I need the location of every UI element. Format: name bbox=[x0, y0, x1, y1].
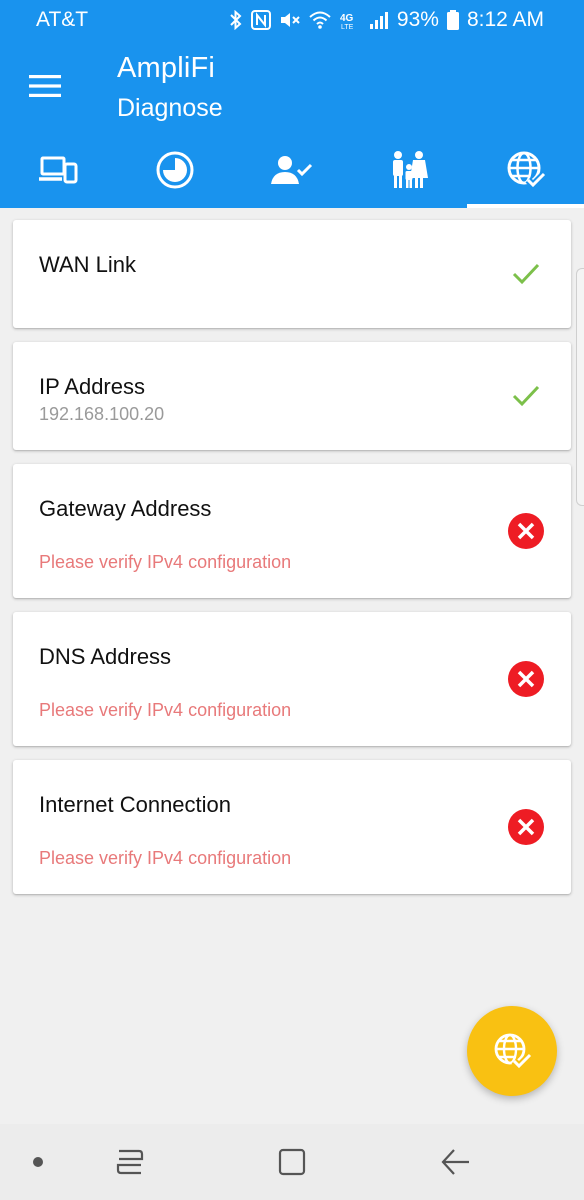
hamburger-icon bbox=[29, 75, 61, 97]
signal-icon bbox=[369, 12, 388, 29]
check-icon bbox=[512, 385, 540, 407]
check-detail: Please verify IPv4 configuration bbox=[39, 552, 292, 572]
status-ok bbox=[507, 255, 545, 293]
check-card-wan-link[interactable]: WAN Link bbox=[13, 220, 571, 328]
user-check-icon bbox=[270, 156, 313, 184]
check-card-dns-address[interactable]: DNS Address Please verify IPv4 configura… bbox=[13, 612, 571, 746]
check-card-gateway-address[interactable]: Gateway Address Please verify IPv4 confi… bbox=[13, 464, 571, 598]
battery-icon bbox=[446, 10, 459, 30]
mute-icon bbox=[280, 13, 300, 27]
check-title: DNS Address bbox=[39, 644, 172, 669]
check-card-internet-connection[interactable]: Internet Connection Please verify IPv4 c… bbox=[13, 760, 571, 894]
status-bar: AT&T 4G LTE 93% 8:12 AM bbox=[0, 0, 584, 40]
check-title: WAN Link bbox=[39, 252, 136, 277]
tab-diagnose[interactable] bbox=[467, 132, 584, 208]
home-icon bbox=[278, 1148, 306, 1176]
globe-check-icon bbox=[494, 1033, 532, 1071]
status-error bbox=[507, 512, 545, 550]
svg-text:LTE: LTE bbox=[341, 24, 354, 30]
carrier-label: AT&T bbox=[36, 8, 89, 31]
speed-icon bbox=[156, 151, 194, 189]
error-x-icon bbox=[508, 661, 544, 697]
error-x-icon bbox=[508, 809, 544, 845]
check-icon bbox=[512, 263, 540, 285]
menu-button[interactable] bbox=[24, 68, 66, 104]
battery-percent: 93% bbox=[396, 8, 439, 31]
lte-icon: 4GLTE bbox=[340, 13, 354, 30]
diagnostic-list: WAN Link IP Address 192.168.100.20 Gatew… bbox=[13, 220, 571, 908]
check-detail: Please verify IPv4 configuration bbox=[39, 700, 292, 720]
tab-speed[interactable] bbox=[117, 132, 234, 208]
family-icon bbox=[392, 151, 428, 188]
app-bar: AmpliFi Diagnose bbox=[0, 40, 584, 208]
nfc-icon bbox=[250, 10, 271, 30]
error-x-icon bbox=[508, 513, 544, 549]
back-arrow-icon bbox=[441, 1149, 469, 1175]
app-title: AmpliFi bbox=[117, 52, 216, 84]
edge-panel-handle[interactable] bbox=[576, 268, 584, 506]
check-title: IP Address bbox=[39, 374, 145, 399]
wifi-icon bbox=[309, 11, 331, 29]
check-detail: 192.168.100.20 bbox=[39, 404, 165, 424]
check-title: Internet Connection bbox=[39, 792, 232, 817]
check-detail: Please verify IPv4 configuration bbox=[39, 848, 292, 868]
status-error bbox=[507, 660, 545, 698]
bluetooth-icon bbox=[230, 10, 242, 30]
screen-subtitle: Diagnose bbox=[117, 94, 223, 122]
recent-apps-button[interactable] bbox=[112, 1144, 148, 1180]
home-button[interactable] bbox=[274, 1144, 310, 1180]
status-error bbox=[507, 808, 545, 846]
back-button[interactable] bbox=[438, 1144, 474, 1180]
devices-icon bbox=[39, 156, 78, 184]
nav-dot-button[interactable] bbox=[20, 1144, 56, 1180]
recent-apps-icon bbox=[116, 1149, 144, 1175]
check-card-ip-address[interactable]: IP Address 192.168.100.20 bbox=[13, 342, 571, 450]
clock: 8:12 AM bbox=[466, 8, 544, 31]
globe-check-icon bbox=[507, 151, 546, 190]
check-title: Gateway Address bbox=[39, 496, 212, 521]
tab-devices[interactable] bbox=[0, 132, 117, 208]
status-ok bbox=[507, 377, 545, 415]
run-diagnose-button[interactable] bbox=[467, 1006, 557, 1096]
tab-users[interactable] bbox=[234, 132, 351, 208]
status-icons: 4G LTE 93% 8:12 AM bbox=[229, 8, 544, 32]
tab-bar bbox=[0, 132, 584, 208]
dot-icon bbox=[33, 1157, 43, 1167]
tab-family[interactable] bbox=[350, 132, 467, 208]
svg-text:4G: 4G bbox=[340, 13, 354, 24]
system-nav-bar bbox=[0, 1124, 584, 1200]
